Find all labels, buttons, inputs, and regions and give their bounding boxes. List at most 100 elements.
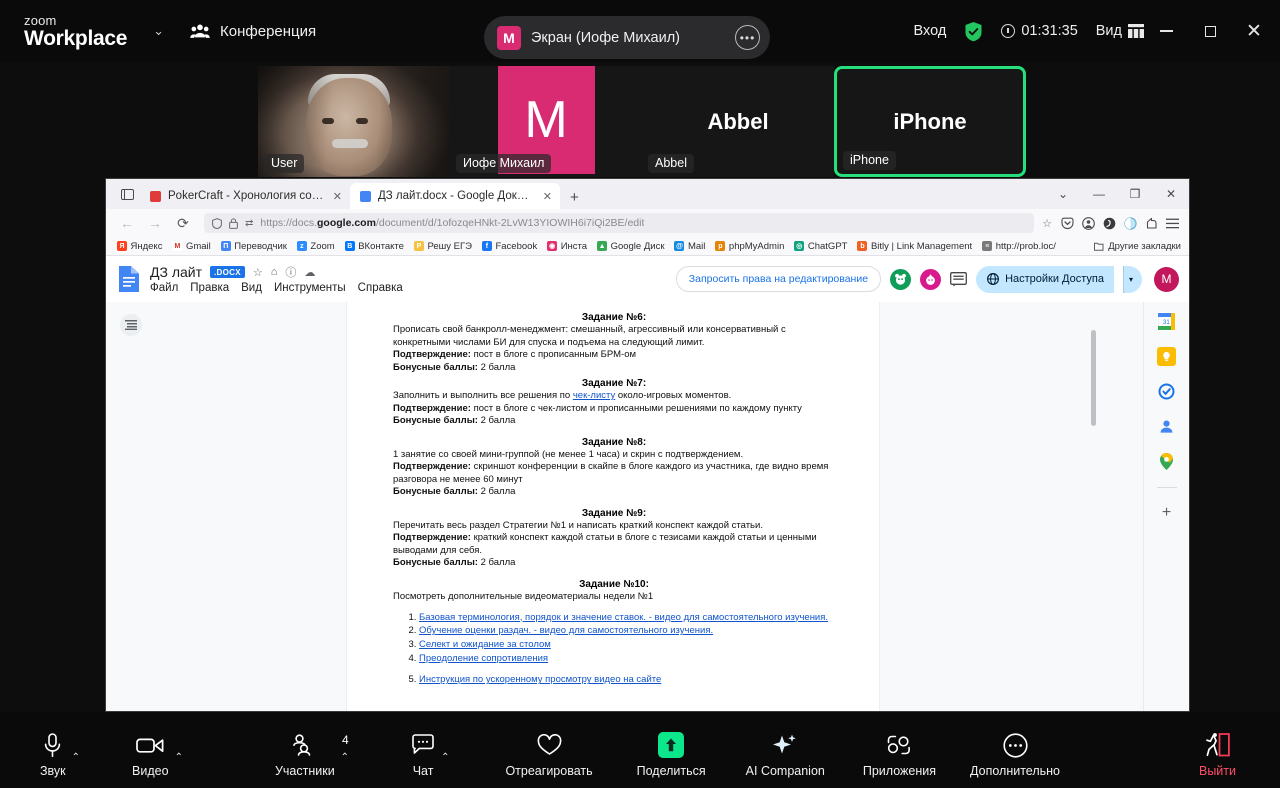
participant-tile-user[interactable]: User	[258, 66, 450, 177]
browser-close-button[interactable]: ✕	[1153, 179, 1189, 209]
move-to-drive-icon[interactable]: ⌂	[271, 266, 278, 278]
document-status-icon[interactable]: ⓘ	[285, 264, 296, 280]
cloud-icon[interactable]: ☁	[304, 266, 315, 279]
bookmark-item[interactable]: z Zoom	[292, 241, 340, 252]
share-settings-button[interactable]: Настройки Доступа	[976, 265, 1114, 293]
address-bar[interactable]: ⇄ https://docs.google.com/document/d/1of…	[204, 213, 1035, 233]
share-dropdown-caret-icon[interactable]: ▾	[1122, 265, 1142, 293]
bookmark-item[interactable]: ◉ Инста	[542, 241, 592, 252]
bookmark-star-icon[interactable]: ☆	[1042, 217, 1052, 230]
document-title[interactable]: ДЗ лайт	[150, 264, 202, 280]
list-all-tabs-button[interactable]	[114, 182, 140, 206]
bookmark-item[interactable]: f Facebook	[477, 241, 542, 252]
video-options-caret-icon[interactable]: ⌃	[175, 738, 183, 763]
more-button[interactable]: Дополнительно	[970, 722, 1060, 778]
audio-button[interactable]: Звук	[40, 722, 66, 778]
bookmark-item[interactable]: ▲ Google Диск	[592, 241, 669, 252]
extension-dark-icon[interactable]	[1100, 214, 1118, 232]
bookmark-item[interactable]: П Переводчик	[216, 241, 292, 252]
document-page[interactable]: Задание №6: Прописать свой банкролл-мене…	[346, 302, 880, 711]
shield-tracking-icon[interactable]	[212, 217, 222, 229]
browser-minimize-button[interactable]: —	[1081, 179, 1117, 209]
account-avatar[interactable]: M	[1154, 266, 1179, 292]
workspace-chevron-down-icon[interactable]: ⌄	[153, 23, 164, 39]
more-dots-icon[interactable]: •••	[735, 25, 760, 50]
forward-button[interactable]: →	[142, 212, 168, 234]
view-button[interactable]: Вид	[1096, 23, 1144, 39]
back-button[interactable]: ←	[114, 212, 140, 234]
maps-icon[interactable]	[1157, 452, 1176, 471]
reader-mode-icon[interactable]: ⇄	[245, 218, 253, 229]
add-app-icon[interactable]: +	[1162, 504, 1171, 522]
conference-tab[interactable]: Конференция	[190, 23, 316, 40]
window-close-button[interactable]: ✕	[1232, 0, 1276, 62]
contacts-icon[interactable]	[1157, 417, 1176, 436]
video-link-4[interactable]: Преодоление сопротивления	[419, 653, 548, 664]
new-tab-button[interactable]: +	[570, 189, 579, 206]
ai-companion-button[interactable]: AI Companion	[746, 722, 825, 778]
close-icon[interactable]: ✕	[333, 190, 342, 203]
bookmark-item[interactable]: Я Яндекс	[112, 241, 167, 252]
menu-item-tools[interactable]: Инструменты	[274, 282, 346, 294]
menu-item-help[interactable]: Справка	[358, 282, 403, 294]
menu-item-view[interactable]: Вид	[241, 282, 262, 294]
star-icon[interactable]: ☆	[253, 266, 263, 279]
share-extension-icon[interactable]	[1142, 214, 1160, 232]
audio-options-caret-icon[interactable]: ⌃	[72, 738, 80, 763]
document-scrollbar[interactable]	[1091, 330, 1096, 426]
react-button[interactable]: Отреагировать	[505, 722, 593, 778]
encryption-shield-button[interactable]	[964, 21, 983, 42]
browser-tab-google-docs[interactable]: ДЗ лайт.docx - Google Докуме ✕	[350, 183, 560, 209]
browser-chevron-down-icon[interactable]: ⌄	[1045, 179, 1081, 209]
bookmark-item[interactable]: @ Mail	[669, 241, 710, 252]
video-link-3[interactable]: Селект и ожидание за столом	[419, 639, 551, 650]
video-link-1[interactable]: Базовая терминология, порядок и значение…	[419, 612, 828, 623]
show-outline-icon[interactable]	[120, 314, 142, 336]
reload-button[interactable]: ⟳	[170, 212, 196, 234]
participant-tile-iofe-mihail[interactable]: M Иофе Михаил	[450, 66, 642, 177]
bookmark-item[interactable]: ◎ ChatGPT	[789, 241, 852, 252]
participant-tile-abbel[interactable]: Abbel Abbel	[642, 66, 834, 177]
keep-icon[interactable]	[1157, 347, 1176, 366]
chat-options-caret-icon[interactable]: ⌃	[441, 738, 449, 763]
bookmark-item[interactable]: ≡ http://prob.loc/	[977, 241, 1061, 252]
shared-screen-pill[interactable]: M Экран (Иофе Михаил) •••	[484, 16, 770, 59]
docs-page-canvas[interactable]: Задание №6: Прописать свой банкролл-мене…	[346, 302, 1143, 711]
bookmark-item[interactable]: Р Решу ЕГЭ	[409, 241, 477, 252]
window-maximize-button[interactable]	[1188, 0, 1232, 62]
close-icon[interactable]: ✕	[543, 190, 552, 203]
share-screen-button[interactable]: Поделиться	[637, 722, 706, 778]
request-edit-access-button[interactable]: Запросить права на редактирование	[675, 266, 882, 292]
menu-item-file[interactable]: Файл	[150, 282, 178, 294]
chat-button[interactable]: Чат	[411, 722, 435, 778]
video-button[interactable]: Видео	[132, 722, 169, 778]
participant-tile-iphone[interactable]: iPhone iPhone	[834, 66, 1026, 177]
window-minimize-button[interactable]	[1144, 0, 1188, 62]
microphone-icon	[43, 732, 62, 758]
extension-blue-icon[interactable]	[1121, 214, 1139, 232]
collaborator-avatar-2[interactable]	[920, 268, 942, 290]
participants-button[interactable]: 4 Участники	[275, 722, 349, 778]
pocket-icon[interactable]	[1058, 214, 1076, 232]
bookmark-item[interactable]: b Bitly | Link Management	[852, 241, 977, 252]
calendar-icon[interactable]: 31	[1157, 312, 1176, 331]
app-menu-button[interactable]	[1163, 214, 1181, 232]
login-button[interactable]: Вход	[914, 23, 947, 39]
tasks-icon[interactable]	[1157, 382, 1176, 401]
account-icon[interactable]	[1079, 214, 1097, 232]
bookmark-item[interactable]: p phpMyAdmin	[710, 241, 789, 252]
video-link-2[interactable]: Обучение оценки раздач. - видео для само…	[419, 625, 713, 636]
check-list-link[interactable]: чек-листу	[573, 390, 615, 401]
bookmark-item[interactable]: M Gmail	[167, 241, 215, 252]
lock-icon[interactable]	[229, 217, 238, 229]
bookmark-item[interactable]: B ВКонтакте	[340, 241, 409, 252]
apps-button[interactable]: Приложения	[863, 722, 936, 778]
browser-restore-button[interactable]: ❐	[1117, 179, 1153, 209]
menu-item-edit[interactable]: Правка	[190, 282, 229, 294]
leave-meeting-button[interactable]: Выйти	[1199, 722, 1236, 778]
browser-tab-pokercraft[interactable]: PokerCraft - Хронология собы ✕	[140, 183, 350, 209]
comment-history-icon[interactable]	[950, 271, 968, 287]
collaborator-avatar-1[interactable]	[890, 268, 912, 290]
video-link-5[interactable]: Инструкция по ускоренному просмотру виде…	[419, 674, 661, 685]
other-bookmarks-button[interactable]: Другие закладки	[1094, 241, 1181, 252]
